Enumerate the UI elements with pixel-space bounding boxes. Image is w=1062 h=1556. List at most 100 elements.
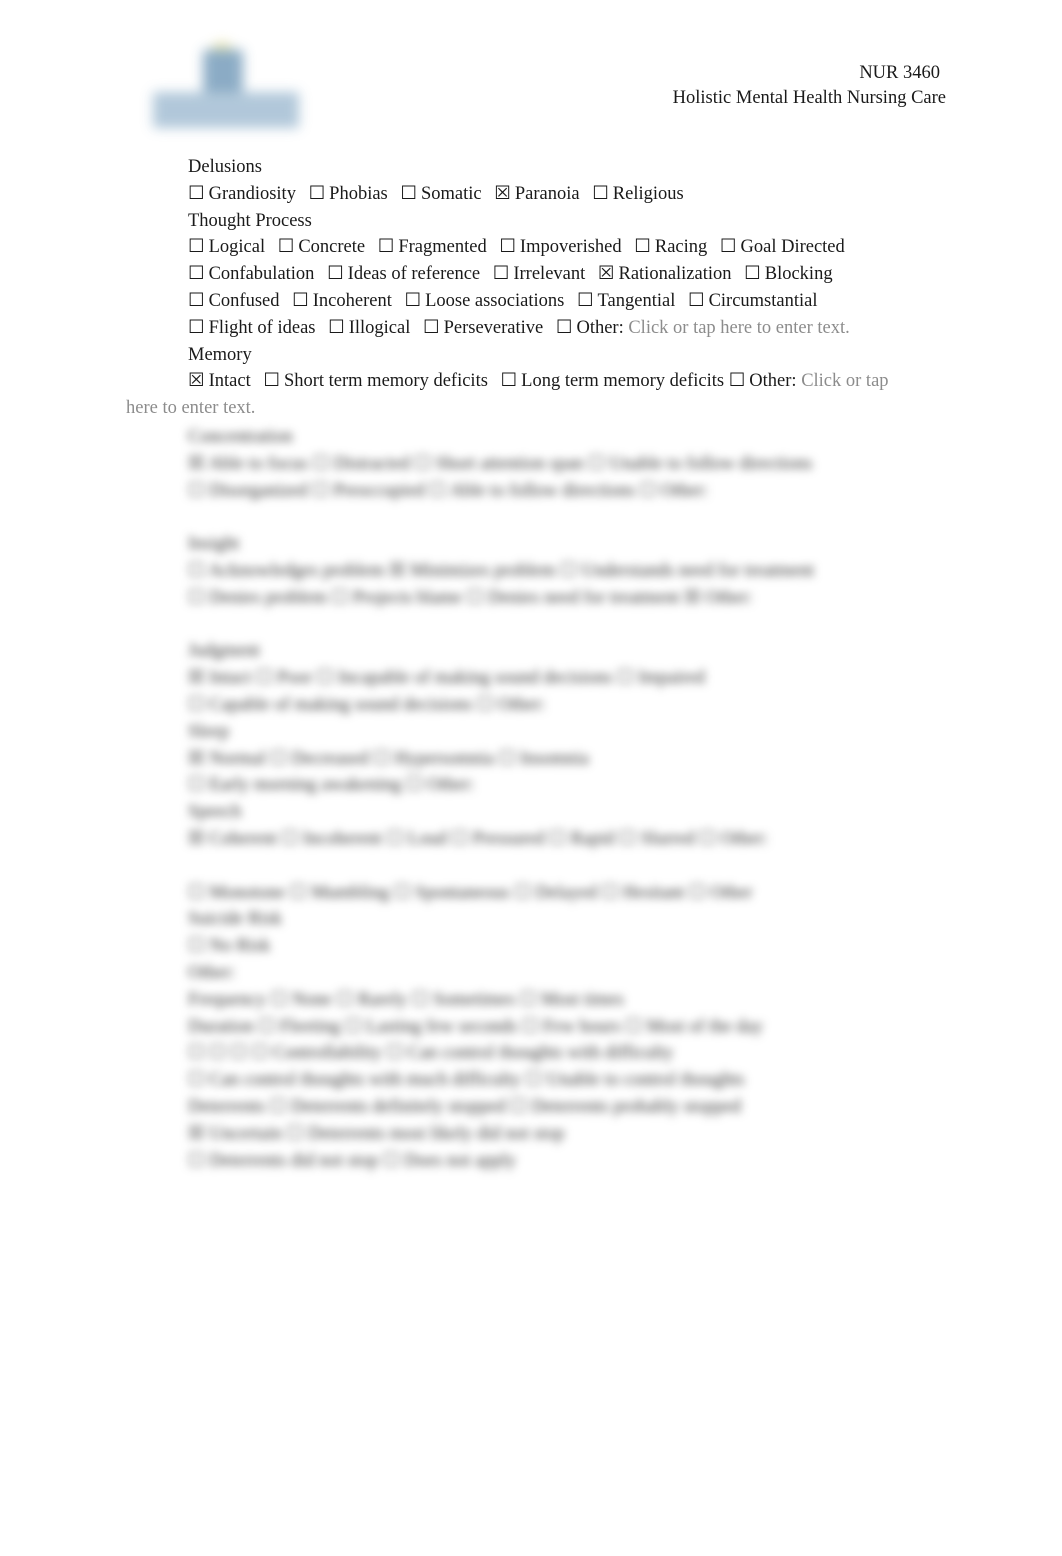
option-label: Other: — [576, 317, 624, 338]
checkbox-other-thought[interactable]: ☐ Other: — [556, 318, 624, 338]
checkbox-phobias[interactable]: ☐ Phobias — [309, 184, 388, 204]
option-label: Fragmented — [398, 237, 487, 258]
checkbox-icon[interactable]: ☐ — [188, 318, 205, 338]
option-label: Irrelevant — [513, 264, 586, 285]
section-title-thought-process: Thought Process — [188, 210, 312, 231]
checkbox-intact[interactable]: ☒ Intact — [188, 371, 251, 391]
option-label: Other: — [749, 371, 797, 392]
checkbox-icon[interactable]: ☐ — [400, 184, 417, 204]
checkbox-perseverative[interactable]: ☐ Perseverative — [423, 318, 543, 338]
option-label: Confused — [208, 290, 280, 311]
checkbox-icon[interactable]: ☐ — [327, 264, 344, 284]
option-label: Concrete — [298, 237, 366, 258]
checked-checkbox-icon[interactable]: ☒ — [494, 184, 511, 204]
checkbox-icon[interactable]: ☐ — [188, 237, 205, 257]
checkbox-icon[interactable]: ☐ — [328, 318, 345, 338]
checkbox-flight-of-ideas[interactable]: ☐ Flight of ideas — [188, 318, 315, 338]
checkbox-icon[interactable]: ☐ — [493, 264, 510, 284]
checkbox-ideas-of-reference[interactable]: ☐ Ideas of reference — [327, 264, 480, 284]
checkbox-icon[interactable]: ☐ — [378, 237, 395, 257]
checkbox-icon[interactable]: ☐ — [592, 184, 609, 204]
checkbox-other-memory[interactable]: ☐ Other: — [729, 371, 797, 391]
checkbox-tangential[interactable]: ☐ Tangential — [577, 291, 675, 311]
checkbox-icon[interactable]: ☐ — [501, 371, 518, 391]
checkbox-icon[interactable]: ☐ — [577, 291, 594, 311]
course-title: Holistic Mental Health Nursing Care — [672, 88, 946, 108]
blurred-line: Duration ☐ Fleeting ☐ Lasting few second… — [188, 1016, 764, 1037]
blurred-line: Other: — [188, 962, 236, 983]
blurred-line: ☐ Early morning awakening ☐ Other: — [188, 775, 475, 796]
checkbox-short-term-memory-deficits[interactable]: ☐ Short term memory deficits — [263, 371, 488, 391]
checkbox-concrete[interactable]: ☐ Concrete — [278, 237, 365, 257]
option-label: Perseverative — [443, 317, 544, 338]
checkbox-icon[interactable]: ☐ — [188, 184, 205, 204]
other-thought-text-field[interactable]: Click or tap here to enter text. — [628, 318, 849, 338]
blurred-line: Deterrents ☐ Deterrents definitely stopp… — [188, 1096, 742, 1117]
checkbox-irrelevant[interactable]: ☐ Irrelevant — [493, 264, 586, 284]
thought-process-row-4: ☐ Flight of ideas ☐ Illogical ☐ Perseverati… — [126, 315, 946, 342]
checkbox-impoverished[interactable]: ☐ Impoverished — [499, 237, 621, 257]
blurred-line: Sleep — [188, 721, 230, 742]
checkbox-incoherent[interactable]: ☐ Incoherent — [292, 291, 392, 311]
checkbox-icon[interactable]: ☐ — [404, 291, 421, 311]
checkbox-icon[interactable]: ☐ — [634, 237, 651, 257]
option-label: Rationalization — [618, 264, 732, 285]
other-memory-text-field-continued[interactable]: here to enter text. — [126, 395, 946, 422]
checkbox-icon[interactable]: ☐ — [188, 264, 205, 284]
checkbox-paranoia[interactable]: ☒ Paranoia — [494, 184, 579, 204]
option-label: Paranoia — [514, 183, 580, 204]
option-label: Loose associations — [425, 290, 565, 311]
checkbox-racing[interactable]: ☐ Racing — [634, 237, 707, 257]
checkbox-religious[interactable]: ☐ Religious — [592, 184, 684, 204]
blurred-line: ☒ Intact ☐ Poor ☐ Incapable of making so… — [188, 668, 705, 689]
checkbox-icon[interactable]: ☐ — [292, 291, 309, 311]
checked-checkbox-icon[interactable]: ☒ — [188, 371, 205, 391]
option-label: Ideas of reference — [347, 264, 481, 285]
checkbox-confused[interactable]: ☐ Confused — [188, 291, 280, 311]
option-label: Long term memory deficits — [521, 371, 725, 392]
checkbox-long-term-memory-deficits[interactable]: ☐ Long term memory deficits — [501, 371, 725, 391]
checkbox-icon[interactable]: ☐ — [729, 371, 746, 391]
checkbox-icon[interactable]: ☐ — [688, 291, 705, 311]
checkbox-icon[interactable]: ☐ — [720, 237, 737, 257]
option-label: Grandiosity — [208, 183, 296, 204]
checkbox-rationalization[interactable]: ☒ Rationalization — [598, 264, 732, 284]
other-memory-text-field[interactable]: Click or tap — [801, 371, 888, 391]
blurred-line — [126, 504, 946, 531]
checkbox-icon[interactable]: ☐ — [263, 371, 280, 391]
checkbox-icon[interactable]: ☐ — [499, 237, 516, 257]
option-label: Flight of ideas — [208, 317, 316, 338]
checkbox-icon[interactable]: ☐ — [188, 291, 205, 311]
checkbox-icon[interactable]: ☐ — [309, 184, 326, 204]
course-code: NUR 3460 — [859, 63, 940, 83]
checkbox-blocking[interactable]: ☐ Blocking — [744, 264, 832, 284]
checkbox-circumstantial[interactable]: ☐ Circumstantial — [688, 291, 818, 311]
option-label: Circumstantial — [708, 290, 818, 311]
checked-checkbox-icon[interactable]: ☒ — [598, 264, 615, 284]
option-label: Confabulation — [208, 264, 315, 285]
blurred-line: ☐ Monotone ☐ Mumbling ☐ Spontaneous ☐ De… — [188, 882, 753, 903]
blurred-line: ☒ Able to focus ☐ Distracted ☐ Short att… — [188, 453, 813, 474]
checkbox-goal-directed[interactable]: ☐ Goal Directed — [720, 237, 845, 257]
delusions-options: ☐ Grandiosity ☐ Phobias ☐ Somatic ☒ Paranoia… — [126, 181, 946, 208]
checkbox-icon[interactable]: ☐ — [556, 318, 573, 338]
blurred-line: Concentration — [188, 427, 293, 447]
checkbox-illogical[interactable]: ☐ Illogical — [328, 318, 410, 338]
section-title-delusions: Delusions — [188, 157, 262, 177]
blurred-line: Insight — [188, 534, 240, 555]
checkbox-logical[interactable]: ☐ Logical — [188, 237, 265, 257]
checkbox-icon[interactable]: ☐ — [278, 237, 295, 257]
form-content: Delusions ☐ Grandiosity ☐ Phobias ☐ Somatic… — [126, 154, 946, 422]
logo-base — [153, 92, 299, 128]
checkbox-loose-associations[interactable]: ☐ Loose associations — [404, 291, 564, 311]
checkbox-somatic[interactable]: ☐ Somatic — [400, 184, 481, 204]
thought-process-row-2: ☐ Confabulation ☐ Ideas of reference ☐ Irre… — [126, 261, 946, 288]
checkbox-icon[interactable]: ☐ — [744, 264, 761, 284]
checkbox-fragmented[interactable]: ☐ Fragmented — [378, 237, 487, 257]
memory-options: ☒ Intact ☐ Short term memory deficits ☐ Lon… — [126, 368, 946, 395]
option-label: Goal Directed — [740, 237, 845, 258]
checkbox-confabulation[interactable]: ☐ Confabulation — [188, 264, 314, 284]
checkbox-grandiosity[interactable]: ☐ Grandiosity — [188, 184, 296, 204]
checkbox-icon[interactable]: ☐ — [423, 318, 440, 338]
option-label: Tangential — [597, 290, 676, 311]
